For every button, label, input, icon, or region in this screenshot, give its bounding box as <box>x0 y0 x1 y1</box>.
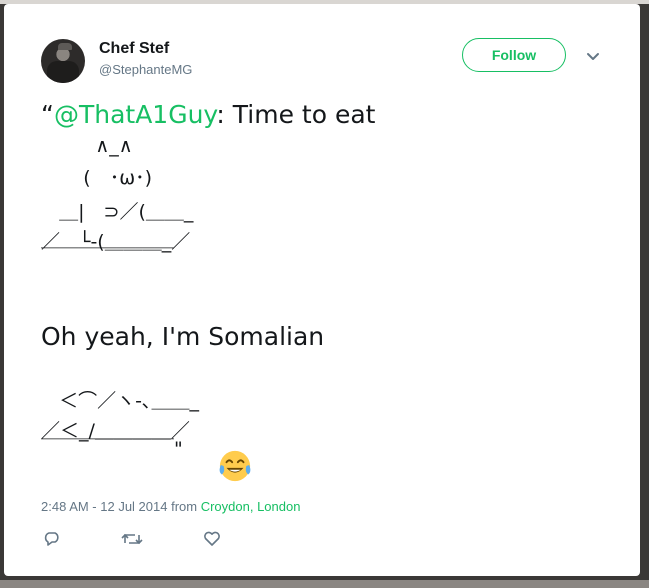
ascii-art-line: ＿| ⊃／(＿＿_ <box>41 201 194 223</box>
retweet-button[interactable] <box>121 530 143 548</box>
avatar-cap <box>58 43 72 50</box>
author-display-name[interactable]: Chef Stef <box>99 40 169 58</box>
reply-button[interactable] <box>43 530 61 548</box>
follow-button[interactable]: Follow <box>462 38 566 72</box>
location-link[interactable]: Croydon, London <box>201 499 301 514</box>
ascii-art-line: ￣￣￣￣￣￣￣" <box>41 438 183 460</box>
tweet-timestamp: 2:48 AM - 12 Jul 2014 from Croydon, Lond… <box>41 499 300 514</box>
tweet-text: Oh yeah, I'm Somalian <box>41 322 325 351</box>
like-button[interactable] <box>203 530 221 548</box>
open-quote: “ <box>41 100 54 129</box>
author-handle[interactable]: @StephanteMG <box>99 62 192 77</box>
background-bottom <box>0 580 649 588</box>
tweet-text: : Time to eat <box>216 100 376 129</box>
reply-icon <box>44 532 59 546</box>
chevron-down-icon[interactable] <box>584 50 602 64</box>
heart-icon <box>204 531 220 546</box>
tweet-card: Chef Stef @StephanteMG Follow “@ThatA1Gu… <box>4 4 640 576</box>
avatar-body <box>47 61 79 83</box>
ascii-art-line: ( ･ω･) <box>41 167 153 189</box>
ascii-art-line: ＜⌒／ヽ-､＿＿_ <box>41 390 199 412</box>
face-with-tears-of-joy-icon <box>219 450 251 482</box>
ascii-art-line: ￣￣￣￣￣￣￣ <box>41 247 175 269</box>
mention-link[interactable]: @ThatA1Guy <box>54 100 216 129</box>
avatar[interactable] <box>41 39 85 83</box>
ascii-art-line: ∧_∧ <box>41 135 133 157</box>
tweet-first-line: “@ThatA1Guy: Time to eat <box>41 102 375 127</box>
retweet-icon <box>121 533 143 545</box>
timestamp-text[interactable]: 2:48 AM - 12 Jul 2014 from <box>41 499 201 514</box>
